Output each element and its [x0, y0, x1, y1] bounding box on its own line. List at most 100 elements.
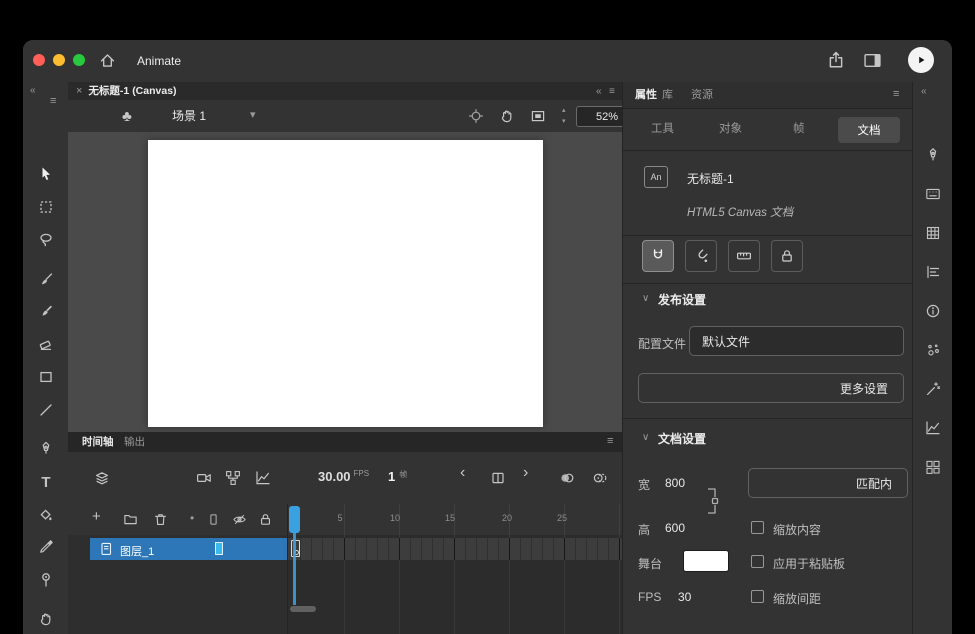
close-document-icon[interactable]: ×: [76, 85, 82, 98]
fps-display[interactable]: 30.00 FPS: [318, 469, 369, 484]
zoom-step-down-icon[interactable]: ▾: [562, 115, 566, 128]
traffic-minimize-button[interactable]: [53, 54, 65, 66]
tab-library[interactable]: 库: [662, 89, 673, 102]
center-playhead-icon[interactable]: [490, 470, 506, 486]
toolbar-menu-icon[interactable]: ≡: [50, 95, 56, 108]
playhead-marker[interactable]: [289, 506, 300, 533]
panel-pen-icon[interactable]: [918, 140, 948, 170]
stage-color-swatch[interactable]: [683, 550, 729, 572]
panel-swatches-icon[interactable]: [918, 179, 948, 209]
panel-frames-icon[interactable]: [918, 452, 948, 482]
delete-layer-icon[interactable]: [153, 512, 168, 527]
layer-outline-color-swatch[interactable]: [215, 542, 223, 555]
docsettings-section-header[interactable]: 文档设置: [658, 430, 706, 447]
publish-section-chevron-icon[interactable]: ∨: [642, 292, 649, 305]
tab-output[interactable]: 输出: [124, 436, 145, 449]
subtab-document[interactable]: 文档: [838, 117, 900, 143]
link-dimensions-icon[interactable]: [706, 488, 720, 514]
tab-assets[interactable]: 资源: [691, 89, 713, 102]
document-tab[interactable]: × 无标题-1 (Canvas): [76, 82, 177, 100]
docsettings-section-chevron-icon[interactable]: ∨: [642, 431, 649, 444]
layer-name[interactable]: 图层_1: [120, 543, 154, 559]
scale-spacing-checkbox[interactable]: [751, 590, 764, 603]
clip-content-icon[interactable]: [530, 108, 546, 124]
scene-name[interactable]: 场景 1: [172, 110, 206, 123]
panel-menu-icon[interactable]: ≡: [893, 88, 899, 101]
lasso-tool[interactable]: [29, 225, 63, 255]
apply-pasteboard-checkbox[interactable]: [751, 555, 764, 568]
hand-tool[interactable]: [29, 604, 63, 634]
scale-content-checkbox[interactable]: [751, 521, 764, 534]
panel-align-icon[interactable]: [918, 257, 948, 287]
classic-brush-tool[interactable]: [29, 297, 63, 327]
timeline-hscrollbar[interactable]: [290, 606, 316, 612]
step-forward-icon[interactable]: ›: [523, 466, 528, 479]
selection-tool[interactable]: [29, 159, 63, 189]
eyedropper-tool[interactable]: [29, 532, 63, 562]
docbar-menu-icon[interactable]: ≡: [609, 85, 615, 98]
center-stage-icon[interactable]: [468, 108, 484, 124]
paint-bucket-tool[interactable]: [29, 500, 63, 530]
stage-canvas[interactable]: [148, 140, 543, 427]
onion-skin-outlines-icon[interactable]: [592, 470, 608, 486]
traffic-zoom-button[interactable]: [73, 54, 85, 66]
rectangle-tool[interactable]: [29, 362, 63, 392]
frame-ruler[interactable]: 5 10 15 20 25: [288, 504, 622, 535]
pen-tool[interactable]: [29, 434, 63, 464]
highlight-column-icon[interactable]: •: [190, 512, 194, 525]
share-icon[interactable]: [827, 51, 845, 69]
match-contents-button[interactable]: 匹配内: [748, 468, 908, 498]
play-preview-button[interactable]: [908, 47, 934, 73]
lock-all-layers-icon[interactable]: [258, 512, 273, 527]
layers-panel-icon[interactable]: [94, 470, 110, 486]
layer-parenting-icon[interactable]: [225, 470, 241, 486]
tab-properties[interactable]: 属性: [635, 89, 657, 102]
more-settings-button[interactable]: 更多设置: [638, 373, 904, 403]
collapse-toolbar-icon[interactable]: «: [30, 84, 36, 97]
workspace-layout-icon[interactable]: [864, 53, 881, 68]
timeline-menu-icon[interactable]: ≡: [607, 435, 613, 448]
panel-wand-icon[interactable]: [918, 374, 948, 404]
rotate-hand-icon[interactable]: [499, 108, 515, 124]
subtab-tool[interactable]: 工具: [651, 123, 674, 136]
onion-skin-icon[interactable]: [559, 470, 575, 486]
publish-section-header[interactable]: 发布设置: [658, 291, 706, 308]
graph-editor-icon[interactable]: [255, 470, 271, 486]
home-icon[interactable]: [99, 52, 116, 69]
camera-icon[interactable]: [196, 470, 212, 486]
subtab-object[interactable]: 对象: [719, 123, 742, 136]
asset-warp-pin-tool[interactable]: [29, 565, 63, 595]
panel-chart-icon[interactable]: [918, 413, 948, 443]
layer-frames-row[interactable]: [288, 538, 622, 560]
edit-symbols-clover-icon[interactable]: ♣: [122, 108, 132, 125]
height-value[interactable]: 600: [665, 521, 685, 535]
add-folder-icon[interactable]: [123, 512, 138, 527]
snap-ruler-button[interactable]: [728, 240, 760, 272]
profile-dropdown[interactable]: 默认文件: [689, 326, 904, 356]
scene-chevron-down-icon[interactable]: ▾: [250, 109, 256, 122]
eraser-tool[interactable]: [29, 329, 63, 359]
traffic-close-button[interactable]: [33, 54, 45, 66]
panel-particles-icon[interactable]: [918, 335, 948, 365]
layer-row[interactable]: 图层_1: [68, 538, 288, 560]
add-layer-icon[interactable]: +: [92, 510, 101, 523]
tab-animate[interactable]: Animate: [123, 40, 195, 84]
line-tool[interactable]: [29, 395, 63, 425]
pasteboard[interactable]: [68, 132, 622, 432]
step-back-icon[interactable]: ‹: [460, 466, 465, 479]
outline-column-icon[interactable]: [206, 512, 221, 527]
hide-all-layers-icon[interactable]: [232, 512, 247, 527]
width-value[interactable]: 800: [665, 476, 685, 490]
collapse-docbar-icon[interactable]: «: [596, 85, 602, 98]
text-tool[interactable]: T: [29, 467, 63, 497]
snap-to-object-button[interactable]: [685, 240, 717, 272]
fps-value[interactable]: 30: [678, 590, 691, 604]
fluid-brush-tool[interactable]: [29, 265, 63, 295]
free-transform-tool[interactable]: [29, 192, 63, 222]
collapse-rail-icon[interactable]: «: [921, 85, 927, 98]
panel-info-icon[interactable]: [918, 296, 948, 326]
subtab-frame[interactable]: 帧: [793, 123, 805, 136]
snap-magnet-button[interactable]: [642, 240, 674, 272]
current-frame-display[interactable]: 1 帧: [388, 469, 407, 484]
panel-grid-icon[interactable]: [918, 218, 948, 248]
